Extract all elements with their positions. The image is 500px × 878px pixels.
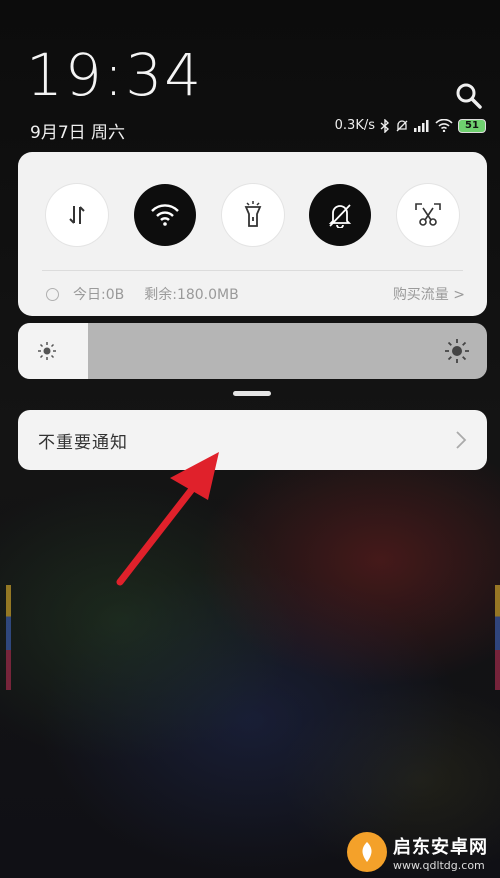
clock: 19:34 bbox=[26, 41, 204, 109]
screenshot-toggle[interactable] bbox=[397, 184, 459, 246]
data-today: 今日:0B bbox=[73, 287, 125, 303]
wallpaper-edge-right bbox=[495, 585, 500, 690]
signal-icon bbox=[414, 119, 430, 132]
wifi-icon bbox=[150, 204, 179, 226]
usage-circle-icon bbox=[46, 287, 59, 301]
battery-indicator: 51 bbox=[458, 118, 486, 133]
buy-data-link[interactable]: 购买流量 > bbox=[393, 284, 465, 304]
wallpaper-edge-left bbox=[6, 585, 11, 690]
date: 9月7日 周六 bbox=[30, 123, 126, 143]
sun-large-icon bbox=[445, 339, 469, 363]
chevron-right-icon bbox=[456, 431, 467, 449]
status-bar: 0.3K/s 51 bbox=[335, 118, 486, 133]
data-remaining: 剩余:180.0MB bbox=[144, 287, 239, 303]
data-arrows-icon bbox=[69, 206, 85, 224]
notification-title: 不重要通知 bbox=[38, 432, 128, 453]
notification-unimportant[interactable]: 不重要通知 bbox=[18, 410, 487, 470]
panel-divider bbox=[42, 270, 463, 271]
bell-off-icon bbox=[329, 204, 352, 228]
watermark-logo-icon bbox=[347, 832, 387, 872]
scissors-icon bbox=[415, 203, 441, 226]
data-usage-row: 今日:0B 剩余:180.0MB 购买流量 > bbox=[46, 284, 465, 304]
silent-toggle[interactable] bbox=[309, 184, 372, 246]
wifi-status-icon bbox=[435, 119, 453, 132]
drag-handle[interactable] bbox=[233, 391, 271, 396]
flashlight-toggle[interactable] bbox=[221, 184, 284, 246]
quick-toggles bbox=[46, 184, 459, 246]
site-watermark: 启东安卓网 www.qdltdg.com bbox=[347, 832, 488, 872]
wifi-toggle[interactable] bbox=[133, 184, 196, 246]
mobile-data-toggle[interactable] bbox=[46, 184, 108, 246]
brightness-slider[interactable] bbox=[18, 323, 487, 379]
watermark-name: 启东安卓网 bbox=[393, 836, 488, 858]
bluetooth-icon bbox=[380, 118, 390, 133]
network-speed: 0.3K/s bbox=[334, 118, 375, 133]
flashlight-icon bbox=[244, 201, 261, 227]
search-icon[interactable] bbox=[455, 82, 483, 110]
sun-small-icon bbox=[38, 342, 56, 360]
bell-off-status-icon bbox=[395, 119, 409, 133]
watermark-url: www.qdltdg.com bbox=[393, 858, 485, 872]
quick-settings-panel: 今日:0B 剩余:180.0MB 购买流量 > bbox=[18, 152, 487, 316]
